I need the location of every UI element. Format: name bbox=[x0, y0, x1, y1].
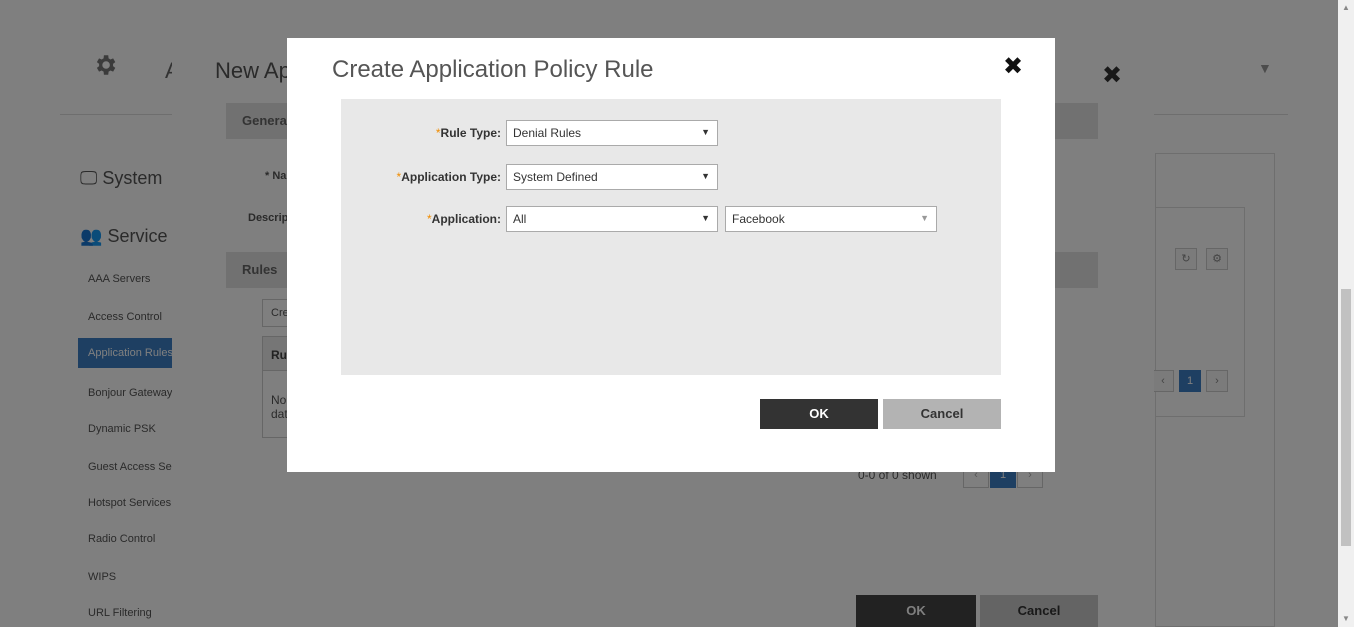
scroll-up-arrow-icon[interactable]: ▲ bbox=[1338, 0, 1354, 16]
application-row: *Application: All ▼ Facebook ▼ bbox=[341, 206, 1001, 232]
ok-button[interactable]: OK bbox=[760, 399, 878, 429]
application-type-row: *Application Type: System Defined ▼ bbox=[341, 164, 1001, 190]
rule-form: *Rule Type: Denial Rules ▼ *Application … bbox=[341, 99, 1001, 375]
create-application-policy-rule-dialog: Create Application Policy Rule ✖ *Rule T… bbox=[287, 38, 1055, 472]
select-value: Denial Rules bbox=[513, 126, 582, 140]
application-category-select[interactable]: All ▼ bbox=[506, 206, 718, 232]
rule-type-label: *Rule Type: bbox=[436, 126, 501, 140]
application-label: *Application: bbox=[427, 212, 501, 226]
page-scrollbar[interactable]: ▲ ▼ bbox=[1338, 0, 1354, 627]
dropdown-arrow-icon: ▼ bbox=[701, 171, 710, 181]
close-icon[interactable]: ✖ bbox=[1003, 52, 1023, 81]
field-label-text: Application: bbox=[431, 212, 501, 226]
dropdown-arrow-icon: ▼ bbox=[920, 213, 929, 223]
select-value: System Defined bbox=[513, 170, 598, 184]
dialog-title: Create Application Policy Rule bbox=[332, 56, 654, 83]
application-select[interactable]: Facebook ▼ bbox=[725, 206, 937, 232]
dropdown-arrow-icon: ▼ bbox=[701, 213, 710, 223]
field-label-text: Application Type: bbox=[401, 170, 501, 184]
select-value: All bbox=[513, 212, 527, 226]
scroll-down-arrow-icon[interactable]: ▼ bbox=[1338, 611, 1354, 627]
select-value: Facebook bbox=[732, 212, 785, 226]
application-type-select[interactable]: System Defined ▼ bbox=[506, 164, 718, 190]
rule-type-select[interactable]: Denial Rules ▼ bbox=[506, 120, 718, 146]
application-type-label: *Application Type: bbox=[397, 170, 501, 184]
field-label-text: Rule Type: bbox=[440, 126, 501, 140]
rule-type-row: *Rule Type: Denial Rules ▼ bbox=[341, 120, 1001, 146]
scroll-thumb[interactable] bbox=[1341, 289, 1351, 546]
dropdown-arrow-icon: ▼ bbox=[701, 127, 710, 137]
cancel-button[interactable]: Cancel bbox=[883, 399, 1001, 429]
